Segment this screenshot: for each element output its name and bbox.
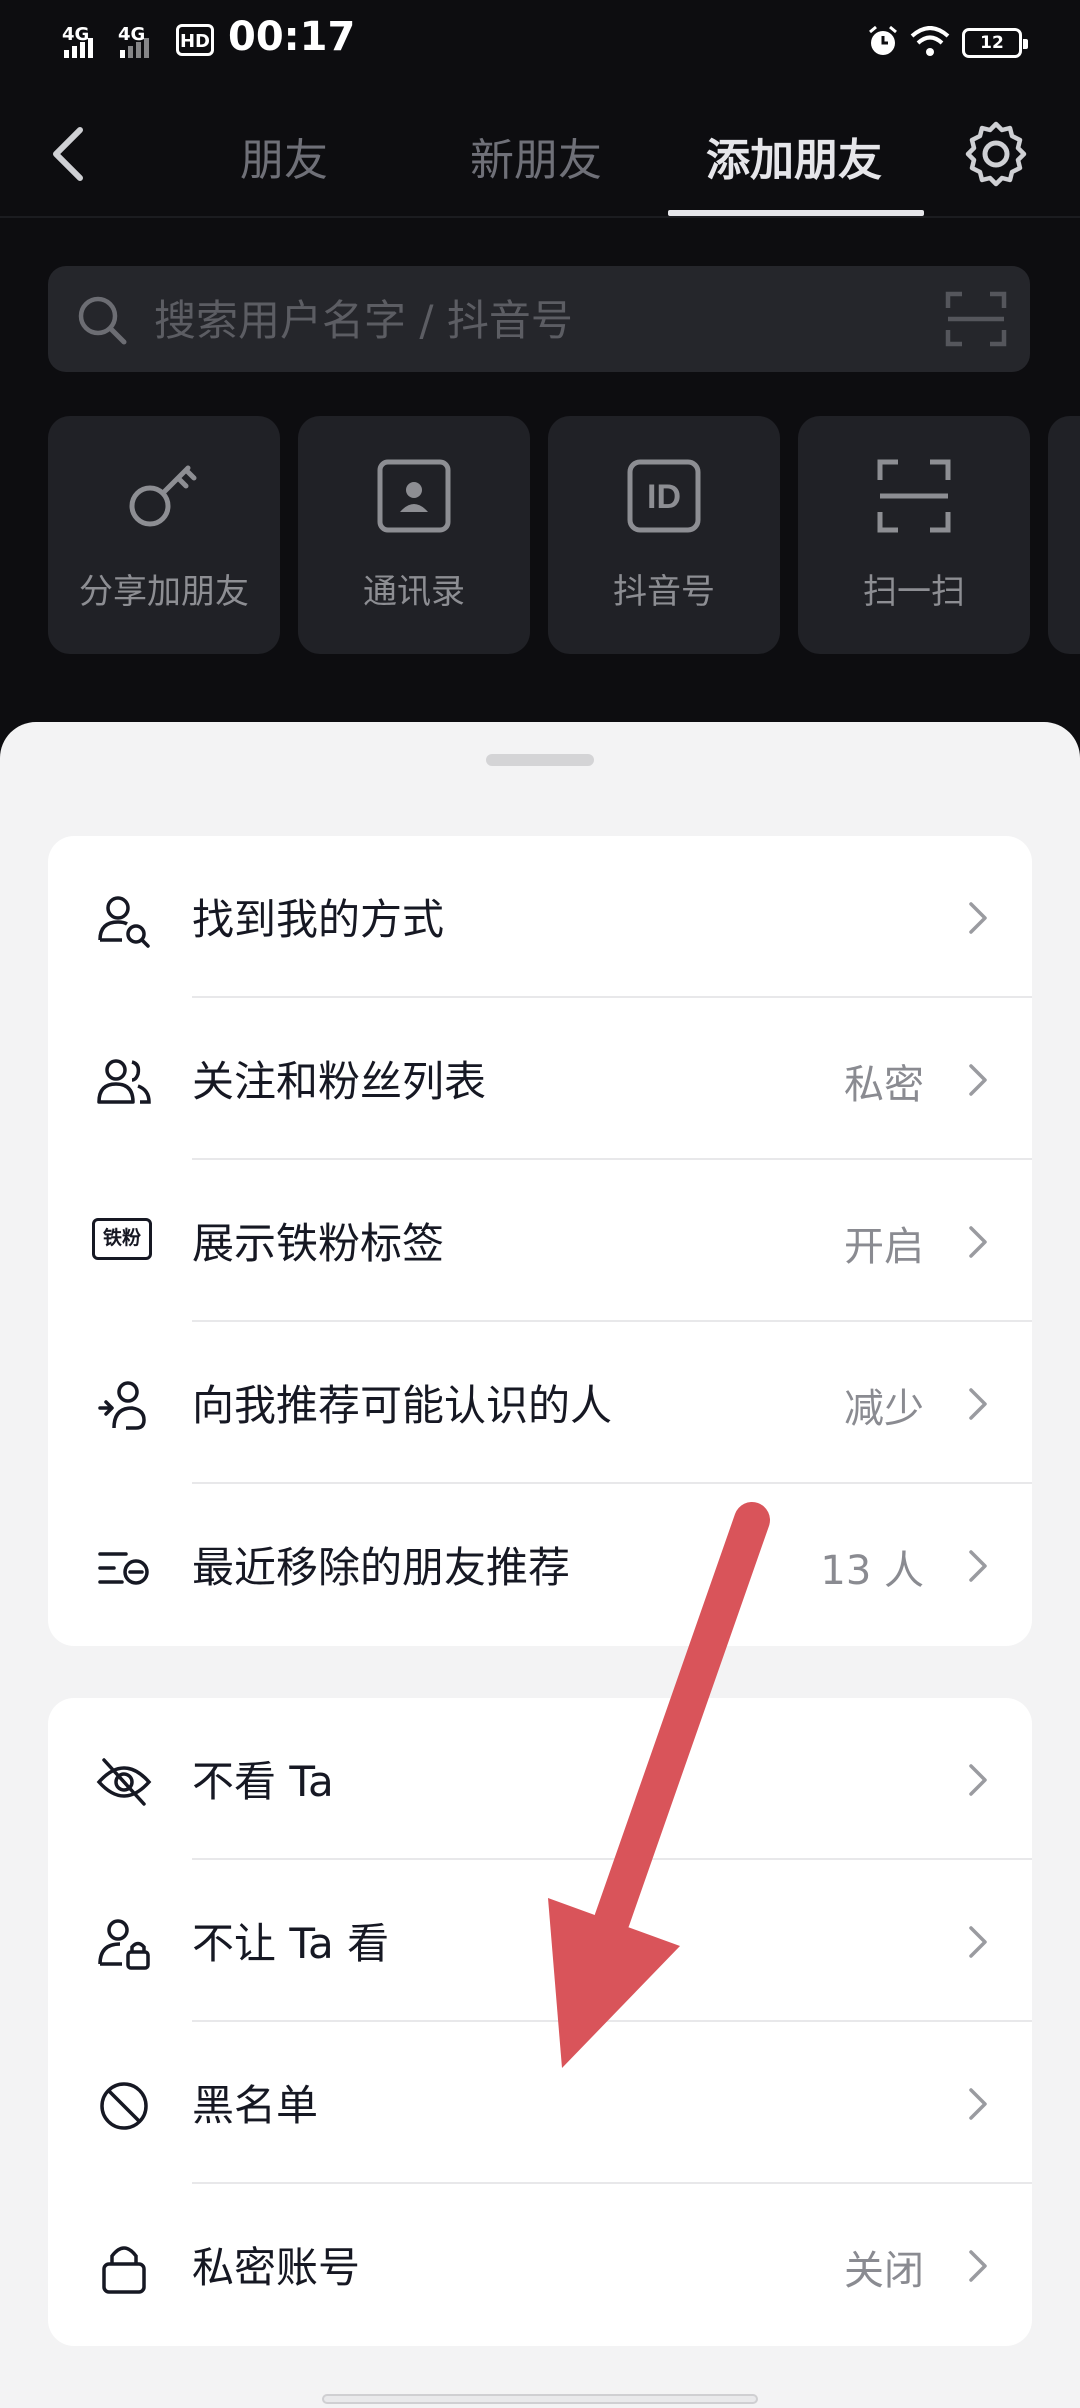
setting-value: 关闭 (844, 2248, 924, 2294)
clock: 00:17 (228, 14, 356, 60)
status-bar: 4G 4G HD 00:17 12 (0, 0, 1080, 84)
nav-divider (0, 216, 1080, 218)
setting-value: 私密 (844, 1062, 924, 1108)
battery-indicator: 12 (962, 28, 1028, 58)
chevron-right-icon (969, 2250, 987, 2282)
settings-card-discoverability: 找到我的方式 关注和粉丝列表 私密 铁粉 展示铁粉标签 开启 向我推荐可能认识的… (48, 836, 1032, 1646)
chevron-right-icon (969, 1550, 987, 1582)
quick-action-scan[interactable]: 扫一扫 (798, 416, 1030, 654)
alarm-icon (869, 25, 897, 55)
setting-title: 不看 Ta (192, 1757, 334, 1806)
fan-badge-icon: 铁粉 (92, 1218, 152, 1260)
chevron-left-icon[interactable] (48, 124, 88, 184)
chevron-right-icon (969, 902, 987, 934)
signal-icon-2 (120, 38, 149, 58)
home-indicator[interactable] (322, 2394, 758, 2404)
quick-action-label: 通讯录 (363, 572, 465, 612)
setting-recommend-people[interactable]: 向我推荐可能认识的人 减少 (48, 1322, 1032, 1484)
chevron-right-icon (969, 1388, 987, 1420)
setting-dont-see-them[interactable]: 不看 Ta (48, 1698, 1032, 1860)
settings-sheet: 找到我的方式 关注和粉丝列表 私密 铁粉 展示铁粉标签 开启 向我推荐可能认识的… (0, 722, 1080, 2408)
setting-title: 找到我的方式 (192, 895, 445, 944)
recommend-icon (98, 1381, 146, 1430)
svg-text:ID: ID (647, 478, 681, 516)
gear-icon[interactable] (962, 120, 1030, 188)
setting-value: 减少 (844, 1386, 924, 1432)
setting-title: 最近移除的朋友推荐 (192, 1543, 571, 1592)
hd-voice-icon: HD (176, 24, 214, 56)
setting-private-account[interactable]: 私密账号 关闭 (48, 2184, 1032, 2346)
setting-find-me[interactable]: 找到我的方式 (48, 836, 1032, 998)
signal-icon (64, 38, 93, 58)
scan-icon[interactable] (944, 288, 1008, 350)
quick-action-label: 抖音号 (613, 572, 715, 612)
setting-title: 私密账号 (192, 2243, 361, 2292)
setting-follow-fans-list[interactable]: 关注和粉丝列表 私密 (48, 998, 1032, 1160)
person-search-icon (98, 896, 150, 948)
eye-off-icon (96, 1758, 152, 1806)
setting-value: 开启 (844, 1224, 924, 1270)
setting-recently-removed[interactable]: 最近移除的朋友推荐 13 人 (48, 1484, 1032, 1646)
search-input[interactable] (152, 266, 956, 374)
removed-list-icon (98, 1552, 149, 1585)
id-icon: ID (627, 459, 701, 533)
tab-new-friends[interactable]: 新朋友 (470, 124, 602, 188)
tab-friends[interactable]: 朋友 (240, 124, 328, 188)
setting-title: 关注和粉丝列表 (192, 1057, 487, 1106)
setting-show-fan-badge[interactable]: 铁粉 展示铁粉标签 开启 (48, 1160, 1032, 1322)
quick-action-contacts[interactable]: 通讯录 (298, 416, 530, 654)
people-icon (97, 1059, 151, 1104)
setting-title: 展示铁粉标签 (192, 1219, 445, 1268)
tab-add-friends[interactable]: 添加朋友 (706, 124, 882, 188)
chevron-right-icon (969, 1926, 987, 1958)
quick-action-label: 扫一扫 (863, 572, 965, 612)
key-icon (129, 465, 197, 527)
search-bar[interactable] (48, 266, 1030, 374)
setting-title: 不让 Ta 看 (192, 1919, 390, 1968)
quick-action-label: 分享加朋友 (79, 572, 249, 612)
settings-card-privacy: 不看 Ta 不让 Ta 看 黑名单 私密账号 关闭 (48, 1698, 1032, 2346)
chevron-right-icon (969, 1764, 987, 1796)
chevron-right-icon (969, 1064, 987, 1096)
scan-icon (877, 459, 951, 533)
quick-action-douyin-id[interactable]: ID 抖音号 (548, 416, 780, 654)
wifi-icon (910, 26, 950, 56)
lock-icon (102, 2246, 146, 2294)
sheet-drag-handle[interactable] (486, 754, 594, 766)
chevron-right-icon (969, 2088, 987, 2120)
setting-value: 13 人 (820, 1548, 924, 1594)
chevron-right-icon (969, 1226, 987, 1258)
quick-action-more[interactable] (1048, 416, 1080, 654)
setting-dont-let-them-see[interactable]: 不让 Ta 看 (48, 1860, 1032, 2022)
person-lock-icon (98, 1919, 150, 1970)
block-icon (100, 2082, 148, 2130)
search-icon (78, 296, 127, 345)
contacts-icon (377, 459, 451, 533)
setting-blacklist[interactable]: 黑名单 (48, 2022, 1032, 2184)
top-nav: 朋友 新朋友 添加朋友 (0, 84, 1080, 216)
setting-title: 黑名单 (192, 2081, 319, 2130)
quick-action-share[interactable]: 分享加朋友 (48, 416, 280, 654)
setting-title: 向我推荐可能认识的人 (192, 1381, 613, 1430)
